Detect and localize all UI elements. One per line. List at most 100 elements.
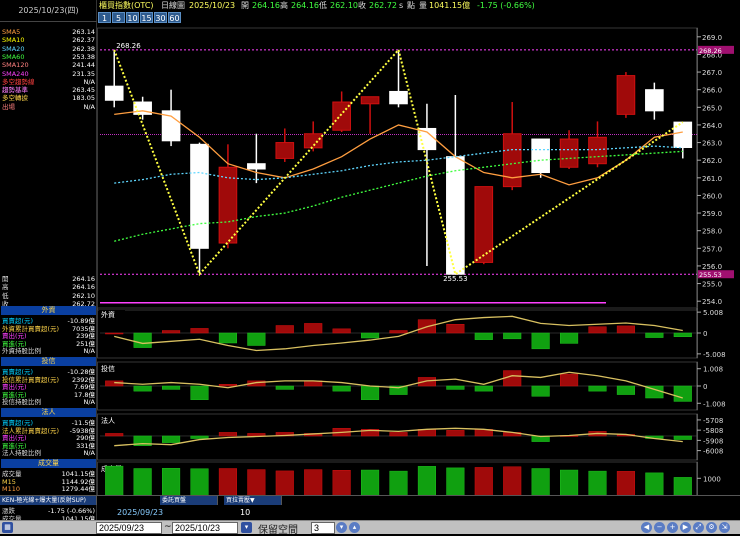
close-value: 262.72 bbox=[369, 1, 397, 10]
flow-bar bbox=[560, 332, 579, 344]
flow-bar bbox=[162, 435, 181, 443]
flow-bar bbox=[389, 470, 408, 495]
flow-bar bbox=[162, 468, 181, 495]
y-tick-label: 263.0 bbox=[702, 140, 722, 148]
section-row-value: N/A bbox=[83, 449, 96, 458]
date-picker-icon[interactable]: ▾ bbox=[241, 522, 252, 533]
flow-bar bbox=[531, 385, 550, 397]
ma-row-value: 253.38 bbox=[72, 52, 95, 61]
from-date-input[interactable] bbox=[96, 522, 162, 534]
open-value: 264.16 bbox=[252, 1, 280, 10]
spin-down-icon[interactable]: ▾ bbox=[336, 522, 347, 533]
candle-body bbox=[446, 156, 465, 275]
section-row: 投信持股比例 N/A bbox=[2, 398, 95, 406]
y-tick-label: 0 bbox=[703, 330, 707, 338]
flow-bar bbox=[673, 477, 692, 495]
info-cell-aurora[interactable]: KEN-極光線+爆大量(反射SUP) bbox=[0, 496, 97, 505]
y-tick-label: 258.0 bbox=[702, 228, 722, 236]
flow-bar bbox=[190, 328, 209, 334]
ma-row-label: SMA5 bbox=[2, 28, 21, 36]
section-row: 外資持股比例 N/A bbox=[2, 347, 95, 355]
volume-value: 1041.15億 bbox=[429, 1, 471, 10]
flow-bar bbox=[304, 323, 323, 334]
bottom-marker bbox=[100, 302, 606, 304]
flow-bar bbox=[503, 332, 522, 340]
axis-count: 10 bbox=[240, 508, 251, 517]
fit-icon[interactable]: ⤢ bbox=[693, 522, 704, 533]
flow-bar bbox=[247, 469, 266, 495]
candle-body bbox=[502, 133, 522, 188]
flow-bar bbox=[560, 469, 579, 495]
flow-bar bbox=[218, 332, 237, 344]
calendar-icon[interactable]: ▦ bbox=[2, 522, 13, 533]
flow-bar bbox=[645, 472, 664, 495]
y-tick-label: 262.0 bbox=[702, 157, 722, 165]
flow-bar bbox=[247, 433, 266, 437]
candle-body bbox=[104, 85, 124, 101]
candle-body bbox=[559, 138, 579, 168]
ma-row: 多空趨勢線 N/A bbox=[2, 78, 95, 86]
zoom-out-icon[interactable]: − bbox=[654, 522, 665, 533]
ma-row: SMA60 253.38 bbox=[2, 53, 95, 61]
trough-label: 255.53 bbox=[443, 275, 468, 283]
flow-bar bbox=[616, 325, 635, 334]
ma-row: SMA5 263.14 bbox=[2, 28, 95, 36]
info-cell-pressure[interactable]: 買拉賣壓▼ bbox=[224, 496, 282, 505]
flow-bar bbox=[389, 330, 408, 334]
flow-bar bbox=[616, 385, 635, 395]
flow-bar bbox=[162, 330, 181, 334]
y-tick-label: 259.0 bbox=[702, 210, 722, 218]
flow-bar bbox=[503, 466, 522, 495]
scroll-right-icon[interactable]: ▶ bbox=[680, 522, 691, 533]
y-tick-label: 257.0 bbox=[702, 245, 722, 253]
y-tick-label: -5808 bbox=[703, 427, 723, 435]
flow-bar bbox=[190, 385, 209, 400]
flow-bar bbox=[673, 332, 692, 337]
candle-body bbox=[360, 96, 380, 105]
y-tick-label: 269.0 bbox=[702, 34, 722, 42]
flow-bar bbox=[162, 385, 181, 390]
ma-row: 出場 N/A bbox=[2, 103, 95, 111]
section-row-label: M110 bbox=[2, 485, 21, 494]
ma-row-label: SMA10 bbox=[2, 36, 25, 45]
to-date-input[interactable] bbox=[172, 522, 238, 534]
section-row: M110 1279.44億 bbox=[2, 485, 95, 493]
ohlc-row-value: 262.10 bbox=[72, 291, 95, 300]
summary-row: 漲跌 -1.75 (-0.66%) bbox=[2, 507, 95, 515]
left-date: 2025/10/23(四) bbox=[0, 0, 97, 22]
period-label: 日線圖 bbox=[161, 1, 185, 10]
flow-bar bbox=[275, 385, 294, 390]
flow-bar bbox=[332, 470, 351, 495]
zoom-in-icon[interactable]: + bbox=[667, 522, 678, 533]
scroll-left-icon[interactable]: ◀ bbox=[641, 522, 652, 533]
y-tick-label: 256.0 bbox=[702, 263, 722, 271]
flow-bar bbox=[588, 326, 607, 334]
flow-bar bbox=[531, 468, 550, 495]
ma-row-value: 183.05 bbox=[72, 94, 95, 103]
spin-up-icon[interactable]: ▴ bbox=[349, 522, 360, 533]
section-header: 外資 bbox=[1, 306, 96, 315]
ma-row-label: SMA60 bbox=[2, 52, 25, 61]
y-tick-label: -6008 bbox=[703, 448, 723, 456]
flow-bar bbox=[275, 470, 294, 495]
flow-bar bbox=[332, 385, 351, 392]
axis-start-date: 2025/09/23 bbox=[117, 508, 164, 517]
reserve-space-input[interactable] bbox=[311, 522, 335, 534]
y-tick-label: 254.0 bbox=[702, 298, 722, 306]
ma-row-label: 多空趨勢線 bbox=[2, 77, 35, 86]
extreme-label: 255.53 bbox=[699, 271, 722, 279]
y-tick-label: 5.008 bbox=[703, 309, 723, 317]
flow-bar bbox=[361, 332, 380, 339]
info-cell-bid[interactable]: 委託買盤 bbox=[160, 496, 218, 505]
y-tick-label: -5.008 bbox=[703, 351, 726, 359]
extreme-label: 268.26 bbox=[699, 47, 722, 55]
chart-canvas: 254.0 255.0 256.0 257.0 258.0 259.0 260.0 261.0… bbox=[97, 27, 734, 495]
ma-row-value: N/A bbox=[83, 102, 96, 111]
volume-label: 量 bbox=[419, 1, 427, 10]
range-tilde: ~ bbox=[164, 522, 172, 532]
flow-bar bbox=[417, 466, 436, 495]
y-tick-label: 266.0 bbox=[702, 87, 722, 95]
settings-icon[interactable]: ⚙ bbox=[706, 522, 717, 533]
low-label: 低 bbox=[319, 1, 327, 10]
expand-icon[interactable]: ⇲ bbox=[719, 522, 730, 533]
